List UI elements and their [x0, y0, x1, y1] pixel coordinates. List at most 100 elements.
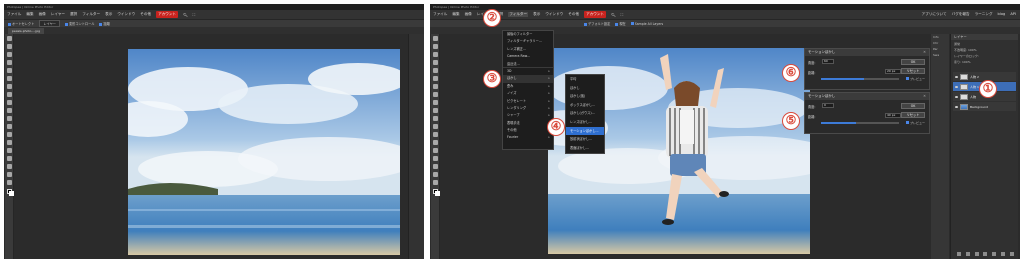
layer-row[interactable]: Background	[953, 102, 1016, 111]
blur-menu-item[interactable]: レンズぼかし...	[566, 118, 604, 127]
filter-menu-item[interactable]: ピクセレート ▸	[503, 98, 553, 105]
magic-wand-tool-icon[interactable]	[6, 60, 12, 65]
blur-menu-item[interactable]: 放射状ぼかし...	[566, 135, 604, 144]
hand-tool-icon[interactable]	[432, 172, 438, 177]
transform-controls-checkbox[interactable]: 変形コントロール	[64, 21, 94, 26]
blur-tool-icon[interactable]	[6, 124, 12, 129]
gradient-tool-icon[interactable]	[6, 116, 12, 121]
filter-menu-item[interactable]: シャープ ▸	[503, 112, 553, 119]
menu-layer[interactable]: レイヤー	[51, 12, 65, 17]
menu-window[interactable]: ウインドウ	[545, 12, 563, 17]
zoom-tool-icon[interactable]	[432, 180, 438, 185]
mask-icon[interactable]	[974, 252, 979, 256]
distance-slider[interactable]	[821, 122, 899, 124]
menu-more[interactable]: その他	[568, 12, 579, 17]
shape-tool-icon[interactable]	[432, 164, 438, 169]
magic-wand-tool-icon[interactable]	[432, 60, 438, 65]
menu-file[interactable]: ファイル	[7, 12, 21, 17]
canvas-image[interactable]	[128, 49, 400, 255]
menu-file[interactable]: ファイル	[433, 12, 447, 17]
blur-tool-icon[interactable]	[432, 124, 438, 129]
healing-tool-icon[interactable]	[6, 84, 12, 89]
menu-image[interactable]: 画像	[39, 12, 46, 17]
account-button[interactable]: アカウント	[156, 11, 179, 18]
distances-checkbox[interactable]: 距離	[99, 21, 110, 26]
menu-filter[interactable]: フィルター	[82, 12, 100, 17]
learn-link[interactable]: ラーニング	[975, 12, 993, 17]
path-select-tool-icon[interactable]	[6, 156, 12, 161]
eyedropper-tool-icon[interactable]	[432, 76, 438, 81]
search-icon[interactable]: 🔍︎	[183, 13, 188, 17]
account-button[interactable]: アカウント	[584, 11, 607, 18]
menu-view[interactable]: 表示	[105, 12, 112, 17]
folder-icon[interactable]	[992, 252, 997, 256]
crop-tool-icon[interactable]	[432, 68, 438, 73]
hand-tool-icon[interactable]	[6, 172, 12, 177]
menu-view[interactable]: 表示	[533, 12, 540, 17]
dodge-tool-icon[interactable]	[432, 132, 438, 137]
filter-menu-item[interactable]: その他▸	[503, 127, 553, 134]
blur-menu-item[interactable]: 表面ぼかし...	[566, 144, 604, 153]
filter-menu-item[interactable]: Camera Raw...	[503, 53, 553, 60]
distance-input[interactable]: 20 px	[885, 69, 901, 74]
eye-icon[interactable]	[955, 95, 958, 98]
menu-edit[interactable]: 編集	[452, 12, 459, 17]
marquee-tool-icon[interactable]	[432, 44, 438, 49]
background-color-swatch[interactable]	[435, 191, 440, 196]
clone-tool-icon[interactable]	[6, 100, 12, 105]
adjustment-icon[interactable]	[983, 252, 988, 256]
fill-field[interactable]: 塗り: 100%	[951, 58, 1018, 64]
lasso-tool-icon[interactable]	[6, 52, 12, 57]
move-tool-icon[interactable]	[432, 36, 438, 41]
dodge-tool-icon[interactable]	[6, 132, 12, 137]
healing-tool-icon[interactable]	[432, 84, 438, 89]
type-tool-icon[interactable]	[6, 148, 12, 153]
filter-menu-item[interactable]: レンズ補正...	[503, 46, 553, 53]
filter-menu-item[interactable]: 最後のフィルター	[503, 31, 553, 38]
search-icon[interactable]: 🔍︎	[611, 13, 616, 17]
api-link[interactable]: API	[1010, 12, 1016, 17]
type-tool-icon[interactable]	[432, 148, 438, 153]
pen-tool-icon[interactable]	[432, 140, 438, 145]
blur-menu-item[interactable]: 平均	[566, 75, 604, 84]
angle-input[interactable]: 60	[822, 59, 834, 64]
blur-menu-item[interactable]: ぼかし(ガウス)...	[566, 109, 604, 118]
auto-select-checkbox[interactable]: オートセレクト	[8, 21, 34, 26]
brush-tool-icon[interactable]	[6, 92, 12, 97]
eyedropper-tool-icon[interactable]	[6, 76, 12, 81]
distance-input[interactable]: 40 px	[885, 113, 901, 118]
menu-window[interactable]: ウインドウ	[117, 12, 135, 17]
lasso-tool-icon[interactable]	[432, 52, 438, 57]
fullscreen-icon[interactable]: ⛶	[193, 13, 196, 17]
mini-panel-swatches[interactable]: Swa	[931, 52, 949, 58]
blog-link[interactable]: blog	[998, 12, 1006, 17]
path-select-tool-icon[interactable]	[432, 156, 438, 161]
gradient-tool-icon[interactable]	[432, 116, 438, 121]
current-checkbox[interactable]: 現在	[615, 21, 626, 26]
menu-select[interactable]: 選択	[70, 12, 77, 17]
zoom-tool-icon[interactable]	[6, 180, 12, 185]
close-icon[interactable]: ✕	[923, 93, 926, 100]
crop-tool-icon[interactable]	[6, 68, 12, 73]
eye-icon[interactable]	[955, 105, 958, 108]
filter-menu-item[interactable]: 3D ▸	[503, 68, 553, 75]
filter-menu-item[interactable]: レンダリング ▸	[503, 105, 553, 112]
preview-checkbox[interactable]: プレビュー	[905, 121, 925, 125]
move-tool-icon[interactable]	[6, 36, 12, 41]
pen-tool-icon[interactable]	[6, 140, 12, 145]
menu-more[interactable]: その他	[140, 12, 151, 17]
filter-menu-item[interactable]: 歪み ▸	[503, 83, 553, 90]
reset-button[interactable]: リセット	[901, 112, 925, 118]
report-bug-link[interactable]: バグを報告	[952, 12, 970, 17]
filter-menu-item[interactable]: 表現手法▸	[503, 120, 553, 127]
reset-button[interactable]: リセット	[901, 68, 925, 74]
marquee-tool-icon[interactable]	[6, 44, 12, 49]
background-color-swatch[interactable]	[9, 191, 14, 196]
eye-icon[interactable]	[955, 75, 958, 78]
eraser-tool-icon[interactable]	[432, 108, 438, 113]
trash-icon[interactable]	[1009, 252, 1014, 256]
menu-edit[interactable]: 編集	[26, 12, 33, 17]
filter-menu-item-blur[interactable]: ぼかし ▸	[503, 75, 553, 83]
angle-input[interactable]: 0	[822, 103, 834, 108]
blur-menu-item[interactable]: ぼかし	[566, 84, 604, 93]
